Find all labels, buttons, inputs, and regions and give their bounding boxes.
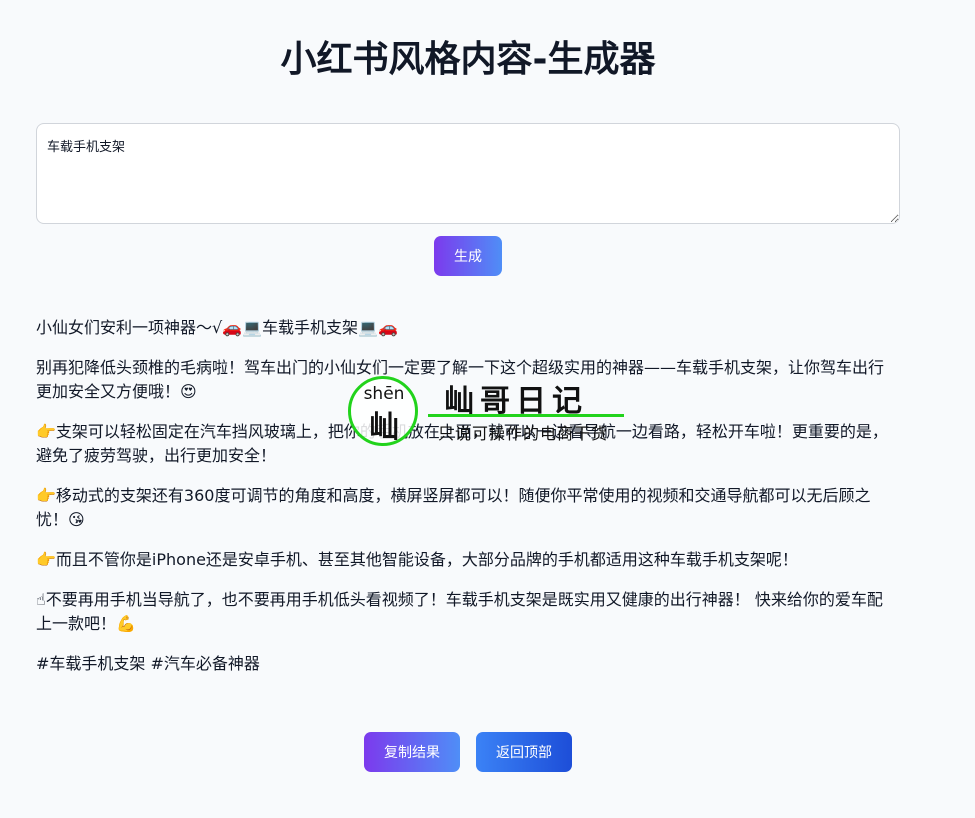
back-to-top-button[interactable]: 返回顶部 (476, 732, 572, 772)
result-paragraph: 别再犯降低头颈椎的毛病啦！驾车出门的小仙女们一定要了解一下这个超级实用的神器——… (36, 358, 885, 401)
topic-input[interactable]: 车载手机支架 (36, 123, 900, 224)
result-paragraph: 小仙女们安利一项神器～√🚗💻车载手机支架💻🚗 (36, 318, 398, 337)
result-paragraph: 👉支架可以轻松固定在汽车挡风玻璃上，把你的手机放在上面，就可以一边看导航一边看路… (36, 422, 888, 465)
generate-button[interactable]: 生成 (434, 236, 502, 276)
copy-result-button[interactable]: 复制结果 (364, 732, 460, 772)
result-paragraph: ☝不要再用手机当导航了，也不要再用手机低头看视频了！车载手机支架是既实用又健康的… (36, 590, 883, 633)
page-title: 小红书风格内容-生成器 (280, 39, 656, 80)
result-paragraph: 👉移动式的支架还有360度可调节的角度和高度，横屏竖屏都可以！随便你平常使用的视… (36, 486, 871, 529)
result-content: 小仙女们安利一项神器～√🚗💻车载手机支架💻🚗 别再犯降低头颈椎的毛病啦！驾车出门… (36, 316, 896, 692)
result-paragraph: 👉而且不管你是iPhone还是安卓手机、甚至其他智能设备，大部分品牌的手机都适用… (36, 550, 798, 569)
result-hashtags: #车载手机支架 #汽车必备神器 (36, 654, 260, 673)
